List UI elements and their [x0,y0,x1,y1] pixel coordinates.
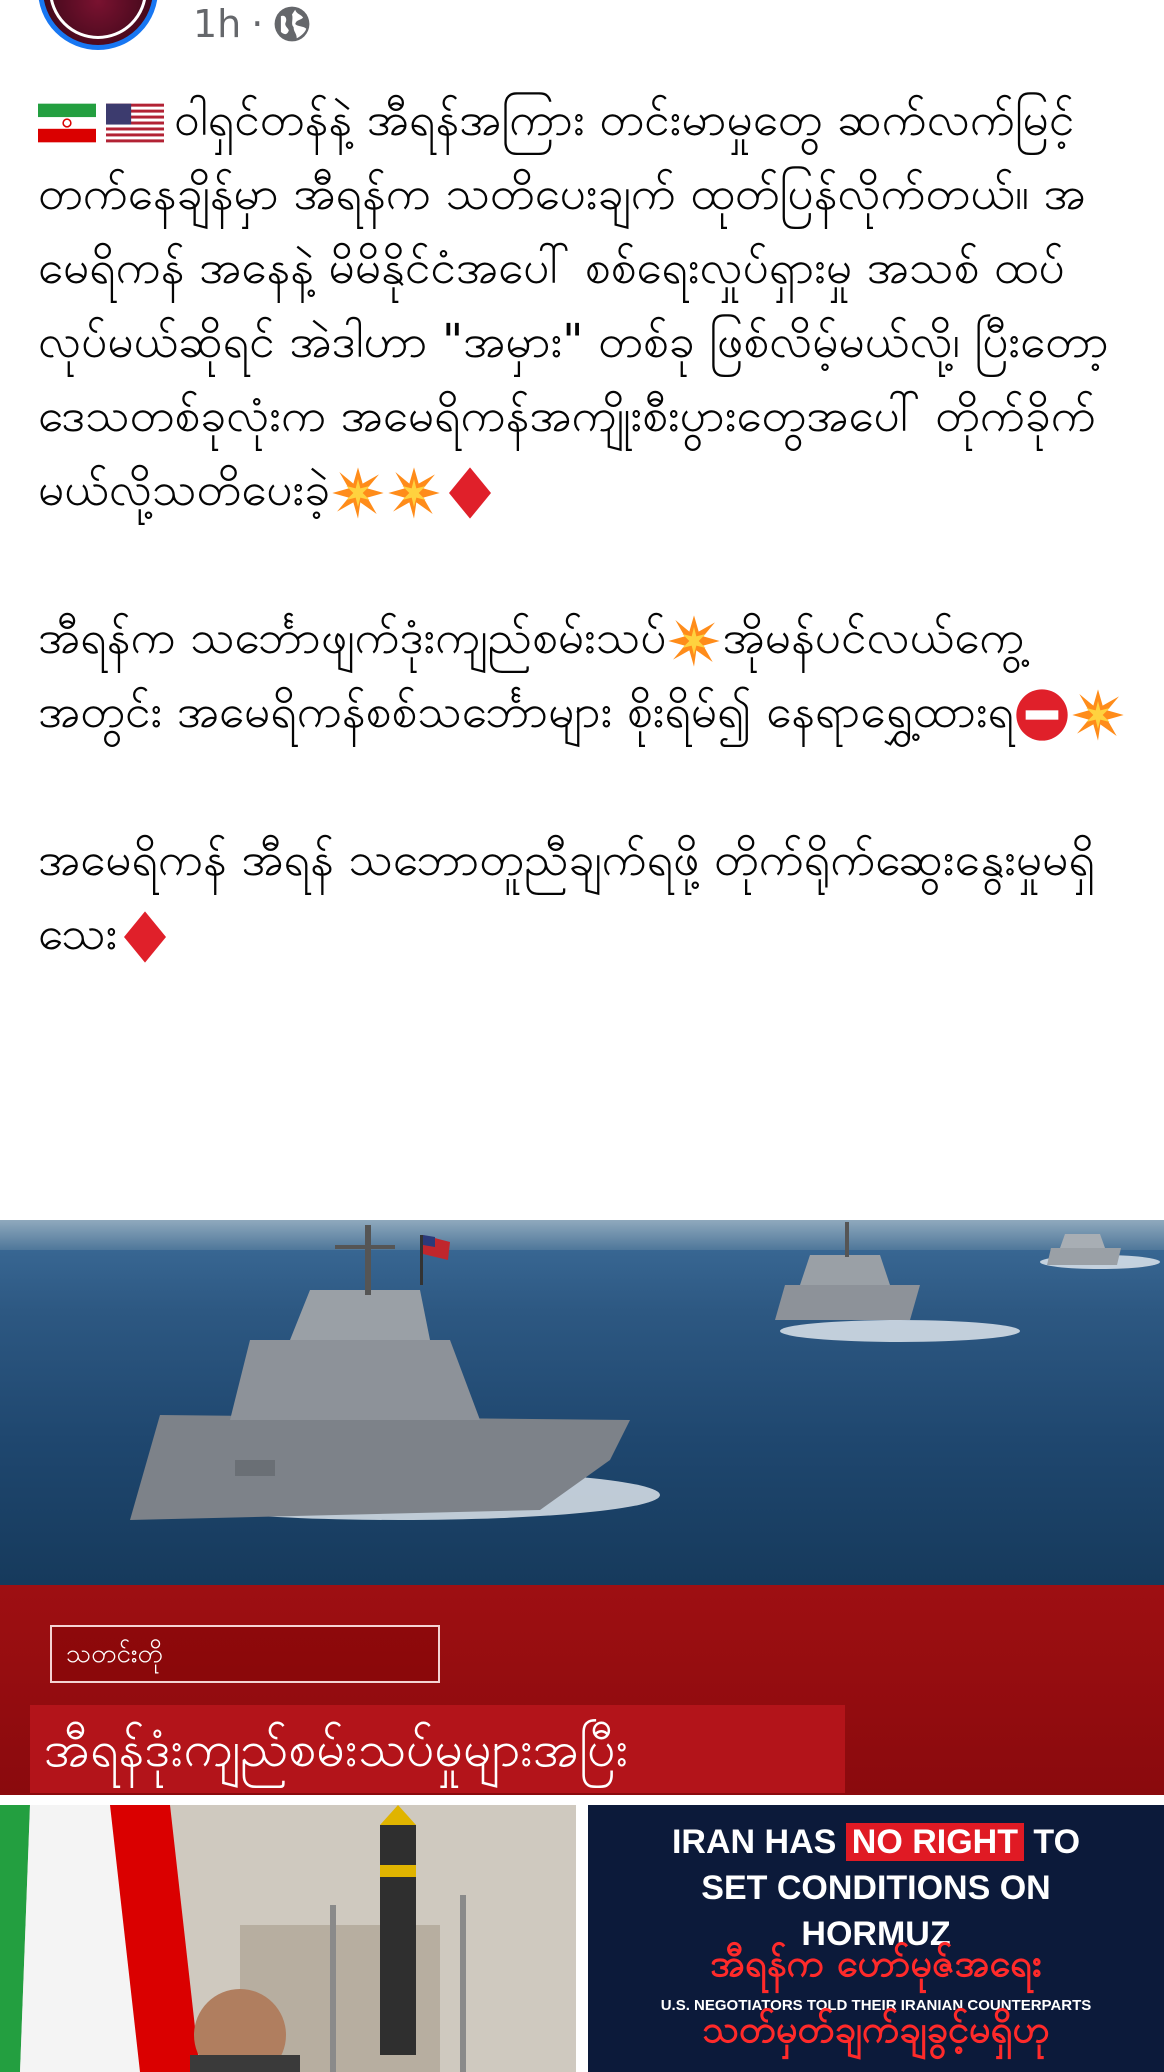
image-overlay-mm-2: သတ်မှတ်ချက်ချခွင့်မရှိဟု [702,2007,1050,2051]
page-avatar[interactable] [38,0,158,50]
post-paragraph-3: အမေရိကန် အီရန် သဘောတူညီချက်ရဖို့ တိုက်ရိ… [38,822,1128,970]
warship-middle [775,1222,920,1320]
iran-flag-icon [38,103,96,142]
collision-emoji-icon [668,614,721,667]
image-line-1: IRAN HAS NO RIGHT TO [671,1823,1081,1861]
red-diamond-icon [124,910,167,963]
missile-photo [0,1805,576,2072]
globe-icon[interactable] [273,5,311,43]
collision-emoji-icon [1072,688,1124,741]
news-headline: အီရန်ဒုံးကျည်စမ်းသပ်မှုများအပြီး [30,1705,845,1793]
warships-photo [0,1220,1164,1585]
news-tag: သတင်းတို [50,1625,440,1683]
no-entry-icon [1016,688,1068,741]
meta-separator: · [251,2,264,46]
post-meta: 1h · [193,2,311,46]
image-line-2: SET CONDITIONS ON [701,1869,1051,1907]
post-paragraph-1-text: ဝါရှင်တန်နဲ့ အီရန်အကြား တင်းမာမှုတွေ ဆက်… [38,92,1124,516]
collision-emoji-icon [332,466,384,519]
post-time[interactable]: 1h [193,2,241,46]
post-paragraph-2: အီရန်က သင်္ဘောဖျက်ဒုံးကျည်စမ်းသပ် အိုမန်ပ… [38,600,1128,748]
post-header: 1h · [0,0,1164,70]
post-paragraph-2-text-a: အီရန်က သင်္ဘောဖျက်ဒုံးကျည်စမ်းသပ် [38,610,667,664]
post-text: ဝါရှင်တန်နဲ့ အီရန်အကြား တင်းမာမှုတွေ ဆက်… [38,82,1128,970]
warship-front [130,1225,630,1520]
post-photo-3[interactable]: IRAN HAS NO RIGHT TO SET CONDITIONS ON H… [588,1805,1164,2072]
post-paragraph-1: ဝါရှင်တန်နဲ့ အီရန်အကြား တင်းမာမှုတွေ ဆက်… [38,82,1128,526]
collision-emoji-icon [388,466,440,519]
post-paragraph-3-text: အမေရိကန် အီရန် သဘောတူညီချက်ရဖို့ တိုက်ရိ… [38,832,1095,960]
image-overlay-mm-1: အီရန်က ဟော်မုဇ်အရေး [710,1941,1042,1985]
post-photo-2[interactable] [0,1805,576,2072]
us-flag-icon [106,103,164,142]
post-photo-main[interactable]: သတင်းတို အီရန်ဒုံးကျည်စမ်းသပ်မှုများအပြီ… [0,1220,1164,1795]
red-diamond-icon [449,466,492,519]
warship-far [1047,1234,1121,1265]
news-banner: သတင်းတို အီရန်ဒုံးကျည်စမ်းသပ်မှုများအပြီ… [0,1585,1164,1795]
